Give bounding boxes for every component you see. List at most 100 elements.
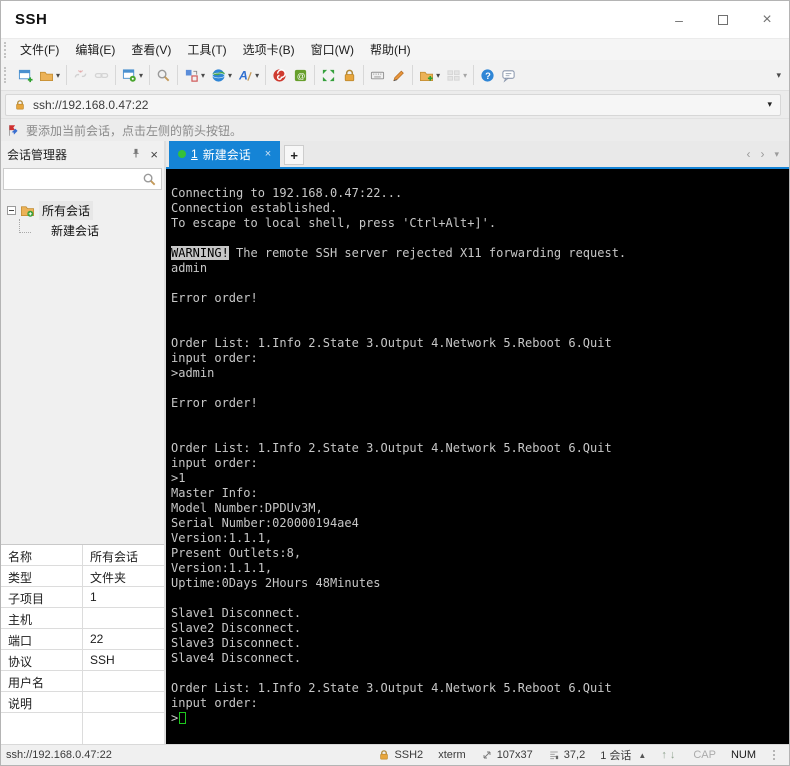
tab-scroll-right-button[interactable]: › [760,147,764,161]
dropdown-arrow-icon[interactable]: ▾ [436,71,440,80]
layout-button[interactable]: ▾ [443,66,470,85]
terminal-output[interactable]: Connecting to 192.168.0.47:22... Connecti… [166,169,789,744]
property-row: 类型 文件夹 [1,566,164,587]
menu-item[interactable]: 工具(T) [179,39,234,61]
toolbar-overflow-button[interactable]: ▾ [776,70,789,81]
session-menu-icon: ▲ [638,750,647,760]
property-row: 端口 22 [1,629,164,650]
xftp-button[interactable]: @ [290,66,311,85]
menu-item[interactable]: 文件(F) [12,39,67,61]
scroll-down-icon[interactable]: ↓ [670,749,679,761]
property-row: 主机 [1,608,164,629]
session-tree: 所有会话 新建会话 [1,192,164,544]
encoding-button[interactable]: ▾ [208,66,235,85]
compose-button[interactable]: ▾ [181,66,208,85]
property-row: 子项目 1 [1,587,164,608]
dropdown-arrow-icon[interactable]: ▾ [139,71,143,80]
tree-collapse-icon[interactable] [7,205,16,215]
session-manager-panel: 会话管理器 × 所有会话 新建会话 名称 所有会话 类型 文件夹 子项目 1 主… [1,141,166,744]
highlight-button[interactable] [388,66,409,85]
flag-icon [7,124,20,137]
toolbar-grip[interactable] [4,67,7,83]
scroll-buttons[interactable]: ↑↓ [661,749,678,761]
font-button[interactable]: A ▾ [235,66,262,85]
terminal-line: Connection established. [171,201,338,215]
compose-icon [184,68,199,83]
tab-new-session[interactable]: 1 新建会话 × [169,141,281,167]
property-label: 端口 [1,629,83,649]
new-session-button[interactable] [15,66,36,85]
tab-menu-button[interactable]: ▾ [774,149,779,160]
resize-grip[interactable] [771,750,775,760]
magnifier-icon [156,68,171,83]
status-terminal-type[interactable]: xterm [438,749,466,761]
maximize-button[interactable] [701,1,745,38]
svg-text:A: A [238,68,248,82]
globe-icon [211,68,226,83]
dropdown-arrow-icon[interactable]: ▾ [56,71,60,80]
menu-item[interactable]: 编辑(E) [67,39,123,61]
find-button[interactable] [153,66,174,85]
status-session-count[interactable]: 1 会话 ▲ [600,747,646,763]
address-input[interactable]: ssh://192.168.0.47:22 ▾ [5,93,781,116]
help-button[interactable]: ? [477,66,498,85]
dropdown-arrow-icon[interactable]: ▾ [228,71,232,80]
link-icon [94,68,109,83]
window-controls: – × [657,1,789,38]
terminal-pane: 1 新建会话 × + ‹ › ▾ Connecting to 192.168.0… [166,141,789,744]
tree-item-all-sessions[interactable]: 所有会话 [1,200,164,220]
menu-bar: 文件(F) 编辑(E) 查看(V) 工具(T) 选项卡(B) 窗口(W) 帮助(H) [1,38,789,60]
session-search-input[interactable] [8,172,142,186]
new-folder-button[interactable]: ▾ [416,66,443,85]
terminal-line: Uptime:0Days 2Hours 48Minutes [171,576,381,590]
disconnect-button[interactable] [70,66,91,85]
virtual-keyboard-button[interactable] [367,66,388,85]
property-value [83,692,164,712]
search-icon [142,172,157,187]
reconnect-button[interactable] [91,66,112,85]
dropdown-arrow-icon[interactable]: ▾ [255,71,259,80]
tree-item-label: 新建会话 [51,223,100,238]
session-properties-button[interactable]: ▾ [119,66,146,85]
property-label: 协议 [1,650,83,670]
grid-icon [446,68,461,83]
lock-screen-button[interactable] [339,66,360,85]
property-filler [1,713,164,744]
maximize-icon [718,14,728,25]
expand-icon [321,68,336,83]
address-dropdown-button[interactable]: ▾ [767,99,772,110]
property-value: 1 [90,590,97,604]
terminal-line: Order List: 1.Info 2.State 3.Output 4.Ne… [171,336,612,350]
menu-item[interactable]: 查看(V) [123,39,179,61]
terminal-line: Error order! [171,396,258,410]
menu-item[interactable]: 窗口(W) [303,39,362,61]
property-label: 子项目 [1,587,83,607]
open-session-button[interactable]: ▾ [36,66,63,85]
tab-close-button[interactable]: × [265,148,271,160]
scroll-up-icon[interactable]: ↑ [661,749,670,761]
xshell-button[interactable] [269,66,290,85]
menu-item[interactable]: 选项卡(B) [235,39,303,61]
lock-icon [378,749,390,761]
dropdown-arrow-icon[interactable]: ▾ [463,71,467,80]
new-tab-button[interactable]: + [284,145,305,165]
minimize-button[interactable]: – [657,1,701,38]
svg-text:@: @ [297,70,306,80]
menu-items: 文件(F) 编辑(E) 查看(V) 工具(T) 选项卡(B) 窗口(W) 帮助(H) [12,39,419,61]
fullscreen-button[interactable] [318,66,339,85]
terminal-line: Version:1.1.1, [171,561,273,575]
dropdown-arrow-icon[interactable]: ▾ [201,71,205,80]
feedback-button[interactable] [498,66,519,85]
menu-grip[interactable] [4,41,7,58]
address-value: ssh://192.168.0.47:22 [33,97,149,112]
tab-index: 1 [191,147,198,161]
tree-item-new-session[interactable]: 新建会话 [1,219,164,240]
pin-icon[interactable] [130,147,142,162]
tab-scroll-left-button[interactable]: ‹ [746,147,750,161]
close-button[interactable]: × [745,1,789,38]
panel-close-button[interactable]: × [150,148,158,161]
menu-item[interactable]: 帮助(H) [362,39,419,61]
